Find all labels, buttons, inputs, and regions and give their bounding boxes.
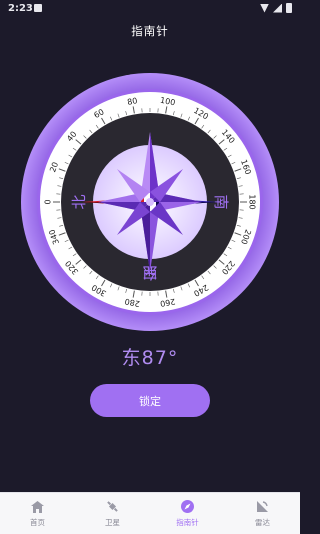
nav-label-compass: 指南针 bbox=[176, 517, 199, 528]
bottom-nav: 首页 卫星 指南针 雷达 bbox=[0, 492, 300, 534]
satellite-icon bbox=[106, 500, 120, 514]
signal-icon bbox=[273, 4, 282, 13]
lock-button[interactable]: 锁定 bbox=[90, 384, 210, 417]
heading-readout: 东87° bbox=[0, 343, 300, 370]
status-icons bbox=[260, 3, 292, 13]
compass-dial: 0204060801001201401601802002202402602803… bbox=[20, 72, 280, 332]
compass-icon bbox=[181, 500, 195, 514]
battery-icon bbox=[286, 3, 292, 13]
nav-label-home: 首页 bbox=[30, 517, 45, 528]
wifi-icon bbox=[260, 4, 269, 13]
tick-label: 180 bbox=[248, 194, 257, 209]
nav-item-radar[interactable]: 雷达 bbox=[225, 493, 300, 534]
radar-icon bbox=[256, 500, 270, 514]
image-notification-icon bbox=[34, 4, 42, 12]
status-bar: 2:23 bbox=[0, 0, 300, 18]
tick-label: 0 bbox=[44, 199, 53, 204]
home-icon bbox=[31, 500, 45, 514]
nav-label-radar: 雷达 bbox=[255, 517, 270, 528]
status-time: 2:23 bbox=[8, 3, 33, 14]
nav-label-satellite: 卫星 bbox=[105, 517, 120, 528]
nav-item-compass[interactable]: 指南针 bbox=[150, 493, 225, 534]
nav-item-satellite[interactable]: 卫星 bbox=[75, 493, 150, 534]
tick-label: 80 bbox=[126, 96, 138, 107]
nav-item-home[interactable]: 首页 bbox=[0, 493, 75, 534]
page-title: 指南针 bbox=[0, 23, 300, 39]
